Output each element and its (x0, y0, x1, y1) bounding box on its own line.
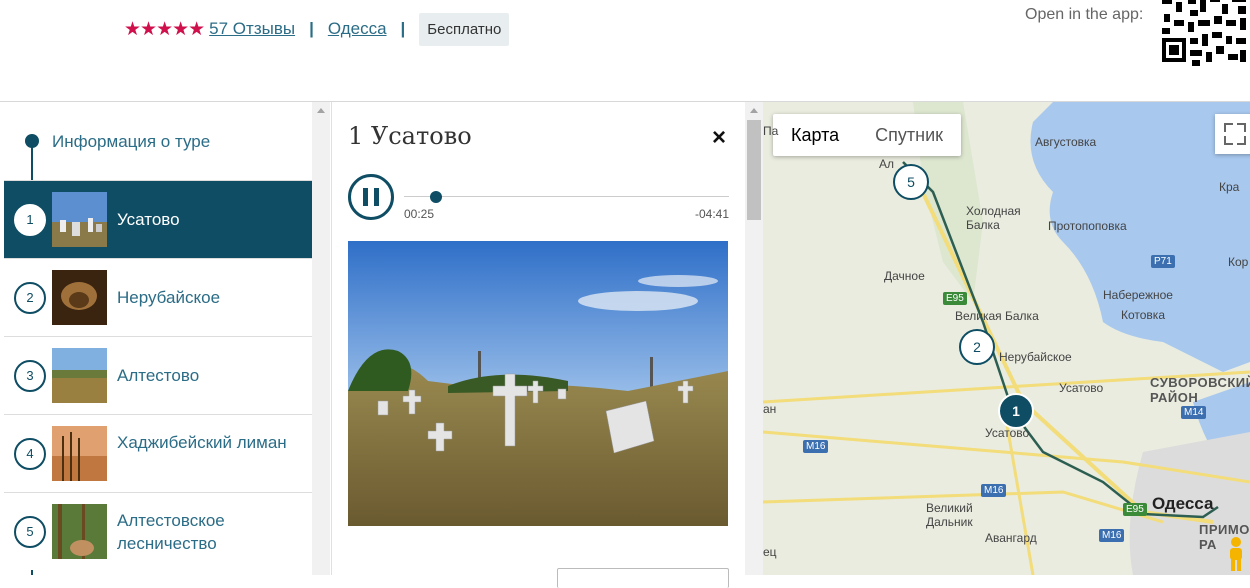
map-marker-2[interactable]: 2 (959, 329, 995, 365)
pause-icon (374, 188, 379, 206)
tour-meta: ★★★★★ 57 Отзывы | Одесса | Бесплатно (124, 12, 510, 46)
map-place-label: ан (763, 402, 777, 416)
stop-label: Нерубайское (117, 288, 221, 307)
pegman-icon[interactable] (1225, 536, 1247, 572)
stop-item-2[interactable]: 2 Нерубайское (4, 258, 312, 336)
map-place-label: Дачное (884, 269, 925, 283)
page-header: ★★★★★ 57 Отзывы | Одесса | Бесплатно Ope… (0, 0, 1250, 102)
rating-stars: ★★★★★ (124, 18, 205, 40)
stop-thumbnail (52, 348, 107, 403)
stop-number: 4 (14, 438, 46, 470)
stop-number: 5 (14, 516, 46, 548)
map-place-label: Авангард (985, 531, 1037, 545)
fullscreen-icon (1224, 123, 1246, 145)
tab-satellite[interactable]: Спутник (857, 114, 961, 156)
city-label: Одесса (1152, 494, 1214, 513)
map-marker-1[interactable]: 1 (998, 393, 1034, 429)
next-button[interactable] (557, 568, 729, 588)
stop-detail-panel: 1 Усатово × 00:25 -04:41 (331, 102, 745, 588)
info-dot-icon (25, 134, 39, 148)
stop-label: Хаджибейский лиман (117, 433, 287, 452)
scroll-up-icon[interactable] (750, 108, 758, 113)
stop-label: Алтестово (117, 366, 200, 385)
open-in-app-label: Open in the app: (1025, 6, 1144, 23)
stop-thumbnail (52, 270, 107, 325)
qr-code-icon[interactable] (1160, 0, 1250, 68)
road-shield: M16 (981, 484, 1007, 497)
fullscreen-button[interactable] (1215, 114, 1250, 154)
map-place-label: Ал (879, 157, 895, 171)
map-place-label: Августовка (1035, 135, 1097, 149)
scroll-up-icon[interactable] (317, 108, 325, 113)
stop-number: 1 (14, 204, 46, 236)
tab-map[interactable]: Карта (773, 114, 857, 156)
map-place-label: Кор (1228, 255, 1249, 269)
pause-button[interactable] (348, 174, 394, 220)
stop-item-3[interactable]: 3 Алтестово (4, 336, 312, 414)
map-type-toggle: Карта Спутник (773, 114, 962, 156)
map-place-label: Нерубайское (999, 350, 1072, 364)
audio-progress-track[interactable] (404, 196, 729, 197)
city-link[interactable]: Одесса (328, 19, 387, 39)
reviews-link[interactable]: 57 Отзывы (209, 19, 295, 39)
close-button[interactable]: × (712, 126, 726, 150)
elapsed-time: 00:25 (404, 207, 435, 221)
road-shield: M16 (803, 440, 829, 453)
map-place-label: Усатово (985, 426, 1030, 440)
stop-thumbnail (52, 504, 107, 559)
map-place-label: Кра (1219, 180, 1240, 194)
stop-item-5[interactable]: 5 Алтестовское лесничество (4, 492, 312, 570)
stop-item-4[interactable]: 4 Хаджибейский лиман (4, 414, 312, 492)
stop-title: 1 Усатово (348, 122, 472, 150)
map-place-label: Котовка (1121, 308, 1165, 322)
map-place-label: ец (763, 545, 777, 559)
road-shield: E95 (1123, 503, 1147, 516)
stop-number: 2 (14, 282, 46, 314)
road-shield: Е95 (943, 292, 967, 305)
district-label: СУВОРОВСКИЙ РАЙОН (1150, 375, 1250, 405)
stop-thumbnail (52, 192, 107, 247)
road-shield: M16 (1099, 529, 1125, 542)
stop-item-1[interactable]: 1 Усатово (4, 180, 312, 258)
map-marker-5[interactable]: 5 (893, 164, 929, 200)
sidebar-scrollbar[interactable] (312, 102, 330, 575)
price-badge: Бесплатно (419, 12, 510, 46)
stop-thumbnail (52, 426, 107, 481)
separator: | (400, 19, 406, 38)
tour-stops-sidebar: Информация о туре 1 Усатово 2 Нерубайско… (0, 102, 330, 575)
map-place-label: Набережное (1103, 288, 1173, 302)
scrollbar-thumb[interactable] (747, 120, 761, 220)
map-place-label: Па (763, 124, 779, 138)
audio-progress-handle[interactable] (430, 191, 442, 203)
road-shield: P71 (1151, 255, 1175, 268)
map-place-label: Великая Балка (955, 309, 1039, 323)
route-map[interactable]: Карта Спутник Па Августовка Ал Кра Холод… (763, 102, 1250, 575)
pause-icon (363, 188, 368, 206)
separator: | (309, 19, 314, 38)
detail-scrollbar[interactable] (745, 102, 763, 575)
map-place-label: Усатово (1059, 381, 1104, 395)
map-place-label: Холодная Балка (966, 204, 1021, 232)
tour-info-label: Информация о туре (52, 132, 211, 151)
stop-label: Алтестовское лесничество (117, 511, 225, 553)
road-shield: M14 (1181, 406, 1207, 419)
stop-photo (348, 241, 728, 526)
map-place-label: Великий Дальник (926, 501, 973, 529)
stop-number: 3 (14, 360, 46, 392)
remaining-time: -04:41 (695, 207, 730, 221)
map-place-label: Протопоповка (1048, 219, 1127, 233)
tour-info-item[interactable]: Информация о туре (4, 102, 312, 180)
stop-label: Усатово (117, 210, 180, 229)
